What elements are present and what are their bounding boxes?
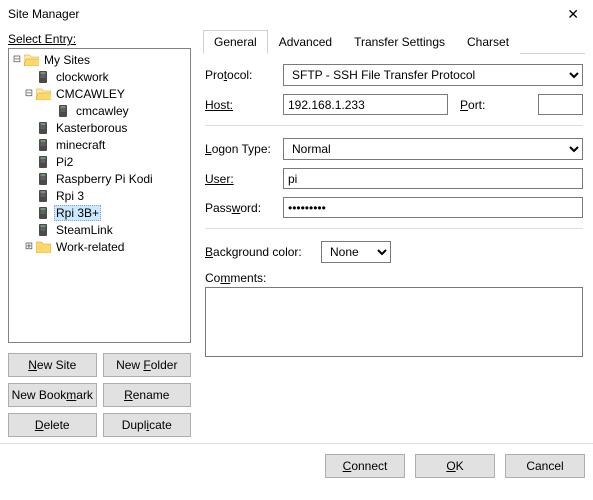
collapse-icon[interactable]: ⊟ (11, 54, 23, 65)
user-input[interactable] (283, 168, 583, 189)
user-label: User: (205, 172, 277, 186)
server-icon (35, 223, 51, 237)
port-label: Port: (460, 98, 532, 112)
server-icon (35, 189, 51, 203)
tree-item-label: SteamLink (54, 223, 115, 237)
host-label: Host: (205, 98, 277, 112)
tree-folder[interactable]: ⊟ My Sites (9, 51, 190, 68)
duplicate-button[interactable]: Duplicate (103, 413, 192, 437)
folder-icon (35, 87, 51, 101)
tree-item-label: CMCAWLEY (54, 87, 127, 101)
folder-icon (35, 240, 51, 254)
cancel-button[interactable]: Cancel (505, 454, 585, 478)
protocol-select[interactable]: SFTP - SSH File Transfer Protocol (283, 64, 583, 86)
server-icon (35, 121, 51, 135)
new-site-button[interactable]: New Site (8, 353, 97, 377)
tab-transfer[interactable]: Transfer Settings (343, 30, 456, 54)
tree-item-label: Rpi 3 (54, 189, 86, 203)
tree-item-label: Raspberry Pi Kodi (54, 172, 155, 186)
select-entry-label: Select Entry: (8, 28, 191, 48)
tree-item-label: My Sites (42, 53, 92, 67)
tab-general[interactable]: General (203, 30, 268, 54)
server-icon (35, 70, 51, 84)
server-icon (35, 172, 51, 186)
new-bookmark-button[interactable]: New Bookmark (8, 383, 97, 407)
tree-item-label: Work-related (54, 240, 126, 254)
tree-item-label: clockwork (54, 70, 111, 84)
comments-label: Comments: (205, 271, 583, 285)
ok-button[interactable]: OK (415, 454, 495, 478)
tree-item-label: cmcawley (74, 104, 131, 118)
tree-site[interactable]: Kasterborous (9, 119, 190, 136)
tab-strip: General Advanced Transfer Settings Chars… (203, 30, 585, 54)
titlebar: Site Manager ✕ (0, 0, 593, 28)
password-input[interactable] (283, 197, 583, 218)
tree-folder[interactable]: ⊟ CMCAWLEY (9, 85, 190, 102)
tree-site[interactable]: clockwork (9, 68, 190, 85)
tree-site[interactable]: Rpi 3 (9, 187, 190, 204)
comments-textarea[interactable] (205, 287, 583, 357)
new-folder-button[interactable]: New Folder (103, 353, 192, 377)
tree-site[interactable]: Pi2 (9, 153, 190, 170)
logon-type-label: Logon Type: (205, 142, 277, 156)
background-color-label: Background color: (205, 245, 315, 259)
tree-item-label: minecraft (54, 138, 107, 152)
window-title: Site Manager (8, 7, 79, 21)
divider (205, 125, 583, 126)
tab-advanced[interactable]: Advanced (268, 30, 343, 54)
tree-folder[interactable]: ⊞ Work-related (9, 238, 190, 255)
close-icon[interactable]: ✕ (561, 4, 585, 25)
expand-icon[interactable]: ⊞ (23, 241, 35, 252)
tree-site[interactable]: Raspberry Pi Kodi (9, 170, 190, 187)
port-input[interactable] (538, 94, 583, 115)
protocol-label: Protocol: (205, 68, 277, 82)
tree-item-label: Pi2 (54, 155, 75, 169)
tree-site[interactable]: Rpi 3B+ (9, 204, 190, 221)
server-icon (35, 206, 51, 220)
rename-button[interactable]: Rename (103, 383, 192, 407)
tree-site[interactable]: minecraft (9, 136, 190, 153)
tree-item-label: Rpi 3B+ (54, 205, 101, 221)
tree-item-label: Kasterborous (54, 121, 129, 135)
host-input[interactable] (283, 94, 448, 115)
divider (205, 228, 583, 229)
folder-icon (23, 53, 39, 67)
tree-site[interactable]: SteamLink (9, 221, 190, 238)
server-icon (35, 138, 51, 152)
site-tree[interactable]: ⊟ My Sites clockwork ⊟ CMCAWLEY cmcawley Kaste… (8, 48, 191, 343)
background-color-select[interactable]: None (321, 241, 391, 263)
password-label: Password: (205, 201, 277, 215)
logon-type-select[interactable]: Normal (283, 138, 583, 160)
connect-button[interactable]: Connect (325, 454, 405, 478)
collapse-icon[interactable]: ⊟ (23, 88, 35, 99)
server-icon (35, 155, 51, 169)
server-icon (55, 104, 71, 118)
tree-site[interactable]: cmcawley (9, 102, 190, 119)
tab-charset[interactable]: Charset (456, 30, 520, 54)
delete-button[interactable]: Delete (8, 413, 97, 437)
